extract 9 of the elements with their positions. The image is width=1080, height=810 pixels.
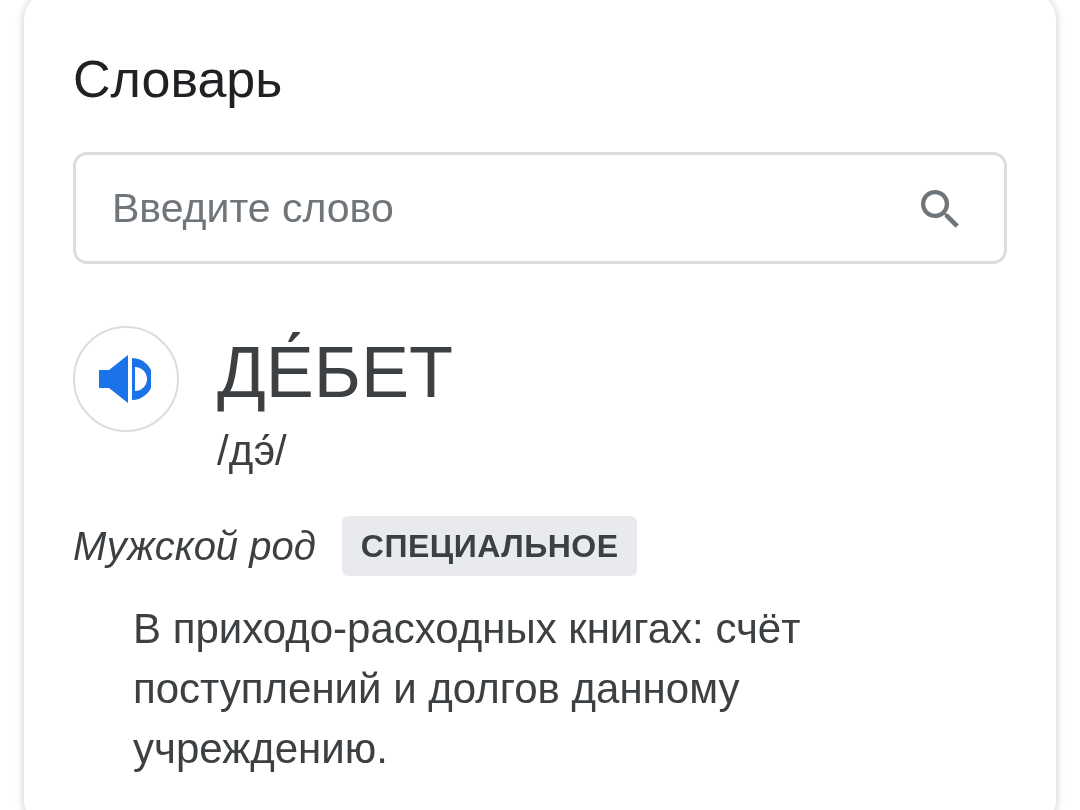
card-title: Словарь	[73, 49, 284, 110]
search-field[interactable]: Введите слово	[73, 152, 1007, 264]
headword: ДЕ́БЕТ	[217, 331, 454, 414]
usage-tag: СПЕЦИАЛЬНОЕ	[341, 516, 638, 576]
definition-text: В приходо-расходных книгах: счёт поступлений и долгов данному учреждению.	[133, 604, 802, 774]
speaker-icon	[99, 355, 151, 403]
pronunciation: /дэ́/	[217, 426, 288, 476]
gender-label: Мужской род	[73, 523, 316, 569]
search-icon[interactable]	[921, 190, 961, 230]
